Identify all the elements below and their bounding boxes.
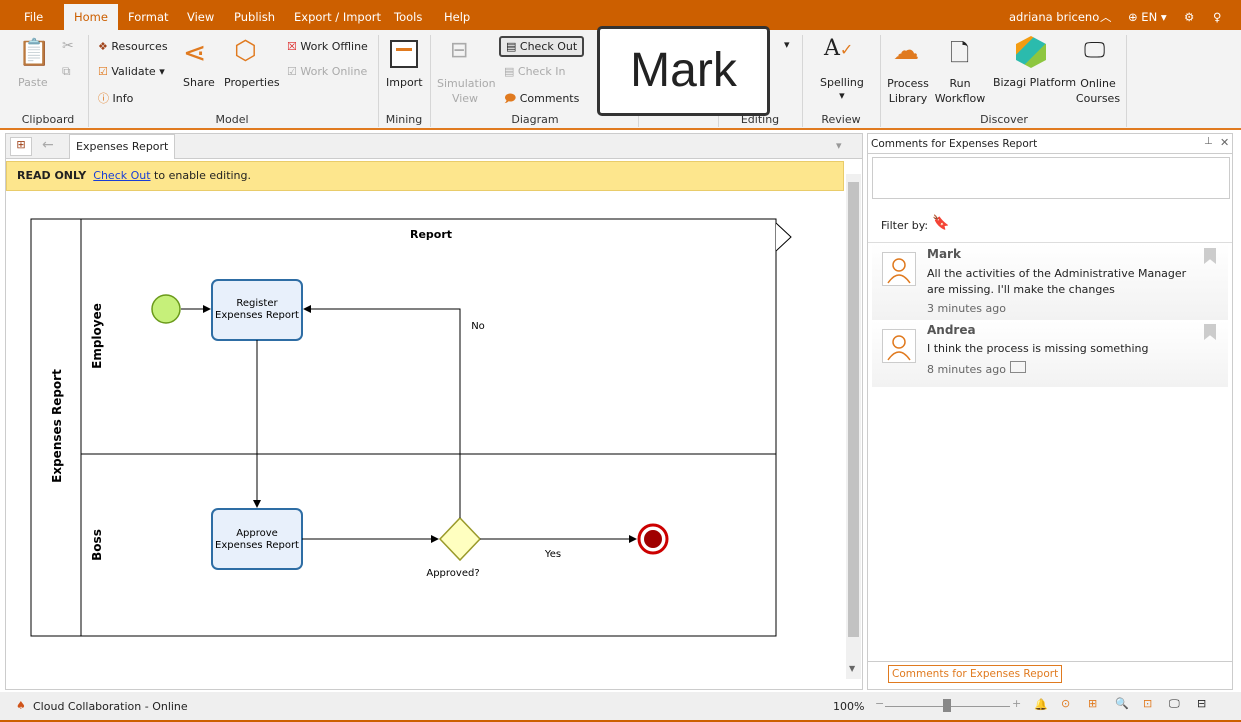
task2-line1: Approve [236,528,278,539]
process-library-icon: ☁ [893,36,919,66]
presentation-icon[interactable]: 🖵 [1169,697,1180,711]
zoom-slider-thumb[interactable] [943,699,951,712]
diagram-link-icon[interactable] [1010,361,1026,373]
online-courses-icon: 🖵 [1084,38,1106,63]
lane-boss-label: Boss [90,529,104,561]
bookmark-icon[interactable] [1204,324,1216,340]
comment-author: Mark [927,247,961,261]
document-panel: ⊞ ← Expenses Report ▾ READ ONLY Check Ou… [5,133,863,690]
pin-icon[interactable]: ⊥ [1204,136,1213,147]
pool-header-tab [775,219,792,252]
comment-time: 3 minutes ago [927,302,1006,315]
start-event[interactable] [151,294,181,324]
run-workflow-button[interactable]: Run Workflow [934,76,986,106]
zoom-magnifier-icon[interactable]: 🔍 [1115,697,1129,710]
bizagi-platform-button[interactable]: Bizagi Platform [993,76,1076,89]
comment-input[interactable] [872,157,1230,199]
language-selector[interactable]: ⊕ EN ▾ [1118,4,1177,30]
task1-line1: Register [236,298,278,309]
bpmn-diagram: Report Expenses Report Employee Boss Reg… [30,218,792,637]
task-approve-expenses-report[interactable] [211,508,303,570]
comment-author: Andrea [927,323,976,337]
zoom-out-icon[interactable]: − [875,697,884,710]
zoom-page-icon[interactable]: ⊡ [1143,697,1152,710]
online-courses-button[interactable]: Online Courses [1074,76,1122,106]
avatar [882,329,916,363]
grid-icon[interactable]: ⊞ [1088,697,1097,710]
lane-employee-label: Employee [90,303,104,369]
collapse-ribbon-icon[interactable]: ︿ [1090,4,1122,30]
status-bar: ♠ Cloud Collaboration - Online 100% − + … [0,692,1241,722]
process-library-button[interactable]: Process Library [886,76,930,106]
cloud-icon: ♠ [16,699,26,712]
cloud-status: Cloud Collaboration - Online [33,700,188,713]
bizagi-platform-icon [1016,36,1046,68]
bookmark-filter-icon[interactable]: 🔖 [932,215,949,231]
task1-line2: Expenses Report [215,310,299,321]
comment-time: 8 minutes ago [927,363,1006,376]
close-icon[interactable]: ✕ [1220,136,1229,149]
org-chart-icon[interactable]: ⊟ [1197,697,1206,710]
comments-panel: Comments for Expenses Report ⊥ ✕ Filter … [867,133,1233,690]
lightbulb-icon[interactable]: ♀ [1203,4,1231,30]
language-label: EN [1141,10,1158,24]
bookmark-icon[interactable] [1204,248,1216,264]
comment-item: Andrea I think the process is missing so… [872,321,1228,387]
zoom-in-icon[interactable]: + [1012,697,1021,710]
run-workflow-icon: 🗋 [950,39,970,67]
comment-item: Mark All the activities of the Administr… [872,244,1228,320]
zoom-fit-icon[interactable]: ⊙ [1061,697,1070,710]
pool-label: Expenses Report [50,369,64,483]
gateway-label: Approved? [426,568,479,579]
flow-yes-label: Yes [544,549,561,560]
bell-icon[interactable]: 🔔 [1034,698,1048,711]
avatar [882,252,916,286]
comment-text: I think the process is missing something [927,342,1149,355]
comments-panel-title: Comments for Expenses Report [868,134,1232,154]
filter-label: Filter by: [881,219,929,232]
gear-icon[interactable]: ⚙ [1174,4,1204,30]
discover-group-label: Discover [980,113,1028,126]
comments-bottom-tab[interactable]: Comments for Expenses Report [888,665,1063,683]
flow-no-label: No [471,321,485,332]
comment-text: All the activities of the Administrative… [927,267,1187,296]
globe-icon: ⊕ [1128,10,1138,24]
pool-header-label: Report [410,228,452,241]
pool [30,218,777,637]
task2-line2: Expenses Report [215,540,299,551]
zoom-level: 100% [833,700,865,713]
